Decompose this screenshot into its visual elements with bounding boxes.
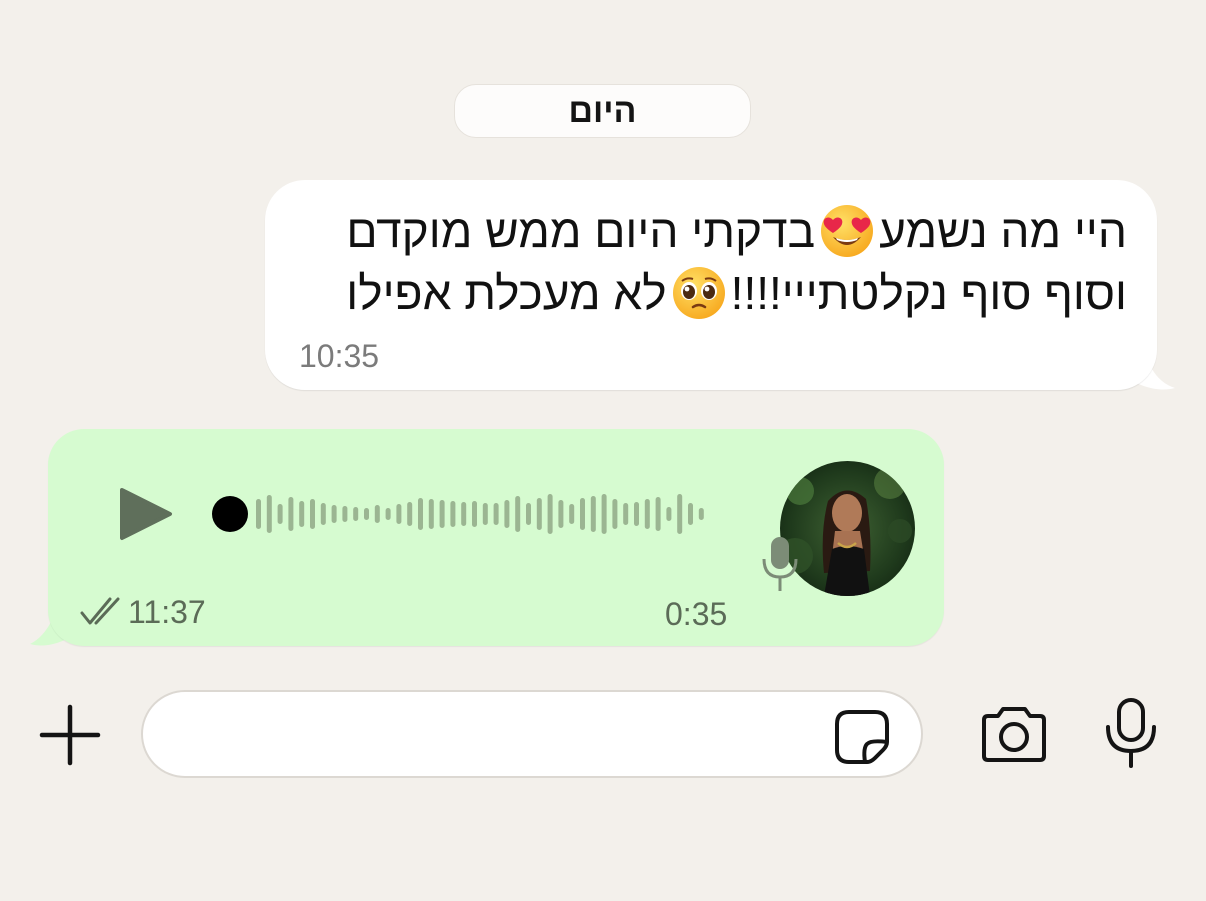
mic-icon <box>762 537 798 591</box>
waveform-bar <box>439 500 445 528</box>
waveform-bar <box>364 508 369 520</box>
voice-duration: 0:35 <box>665 596 728 632</box>
waveform-bar <box>515 496 521 532</box>
waveform-bar <box>601 494 607 534</box>
playback-scrubber[interactable] <box>212 496 248 532</box>
waveform-bar <box>266 495 272 533</box>
waveform-bar <box>310 499 315 529</box>
waveform-bar <box>374 505 380 523</box>
message-text-segment: בדקתי היום ממש מוקדם <box>346 205 816 257</box>
heart-eyes-emoji-icon <box>821 205 874 257</box>
double-check-icon <box>80 597 120 625</box>
waveform-bar <box>666 507 672 521</box>
waveform-bar <box>526 503 531 525</box>
sticker-icon[interactable] <box>833 708 891 766</box>
waveform-bar <box>299 501 305 527</box>
message-line-2: וסוף סוף נקלטתייי!!!! לא מעכלת אפילו <box>287 262 1127 324</box>
message-compose-field[interactable] <box>141 690 923 778</box>
incoming-message-bubble[interactable]: היי מה נשמע בדקתי היום ממש מוקדם וסוף סו… <box>265 180 1157 390</box>
waveform-bar <box>482 503 488 525</box>
sender-avatar[interactable] <box>780 461 915 596</box>
message-input[interactable] <box>183 712 827 758</box>
waveform-bar <box>472 501 477 527</box>
waveform-bar <box>353 507 359 521</box>
voice-message-timestamp: 11:37 <box>128 594 206 630</box>
message-text-segment: לא מעכלת אפילו <box>346 267 667 319</box>
waveform-bar <box>698 508 704 520</box>
waveform-bar <box>320 503 326 525</box>
waveform-bar <box>688 503 693 525</box>
message-timestamp: 10:35 <box>299 338 380 374</box>
waveform-bar <box>385 508 391 520</box>
waveform-bar <box>590 496 596 532</box>
waveform-bar <box>277 504 283 524</box>
pleading-face-emoji-icon <box>672 267 725 319</box>
waveform-bar <box>450 501 456 527</box>
waveform-bar <box>536 498 542 530</box>
waveform-bar <box>288 497 294 531</box>
waveform-bar <box>623 503 629 525</box>
voice-message-bubble[interactable]: 0:35 11:37 <box>48 429 944 646</box>
waveform-bar <box>407 502 413 526</box>
voice-waveform[interactable] <box>212 484 722 544</box>
waveform-bar <box>256 499 261 529</box>
message-line-1: היי מה נשמע בדקתי היום ממש מוקדם <box>287 200 1127 262</box>
incoming-message-text: היי מה נשמע בדקתי היום ממש מוקדם וסוף סו… <box>287 200 1127 324</box>
waveform-bar <box>644 499 650 529</box>
waveform-bar <box>677 494 683 534</box>
waveform-bar <box>558 500 564 528</box>
waveform-bar <box>428 499 434 529</box>
waveform-bar <box>547 494 553 534</box>
message-text-segment: היי מה נשמע <box>879 205 1127 257</box>
plus-icon[interactable] <box>38 703 102 767</box>
waveform-bar <box>396 504 402 524</box>
waveform-bar <box>634 502 639 526</box>
mic-icon[interactable] <box>1104 697 1158 769</box>
waveform-bar <box>580 498 585 530</box>
play-icon[interactable] <box>118 486 174 542</box>
message-text-segment: וסוף סוף נקלטתייי!!!! <box>730 267 1127 319</box>
waveform-bar <box>461 502 467 526</box>
waveform-bar <box>504 500 510 528</box>
waveform-bar <box>655 497 661 531</box>
waveform-bar <box>493 503 499 525</box>
camera-icon[interactable] <box>978 704 1050 764</box>
waveform-bar <box>342 506 348 522</box>
date-separator: היום <box>454 84 751 138</box>
waveform-bar <box>331 505 337 523</box>
waveform-bar <box>418 498 423 530</box>
waveform-bar <box>612 499 618 529</box>
waveform-bar <box>569 504 575 524</box>
